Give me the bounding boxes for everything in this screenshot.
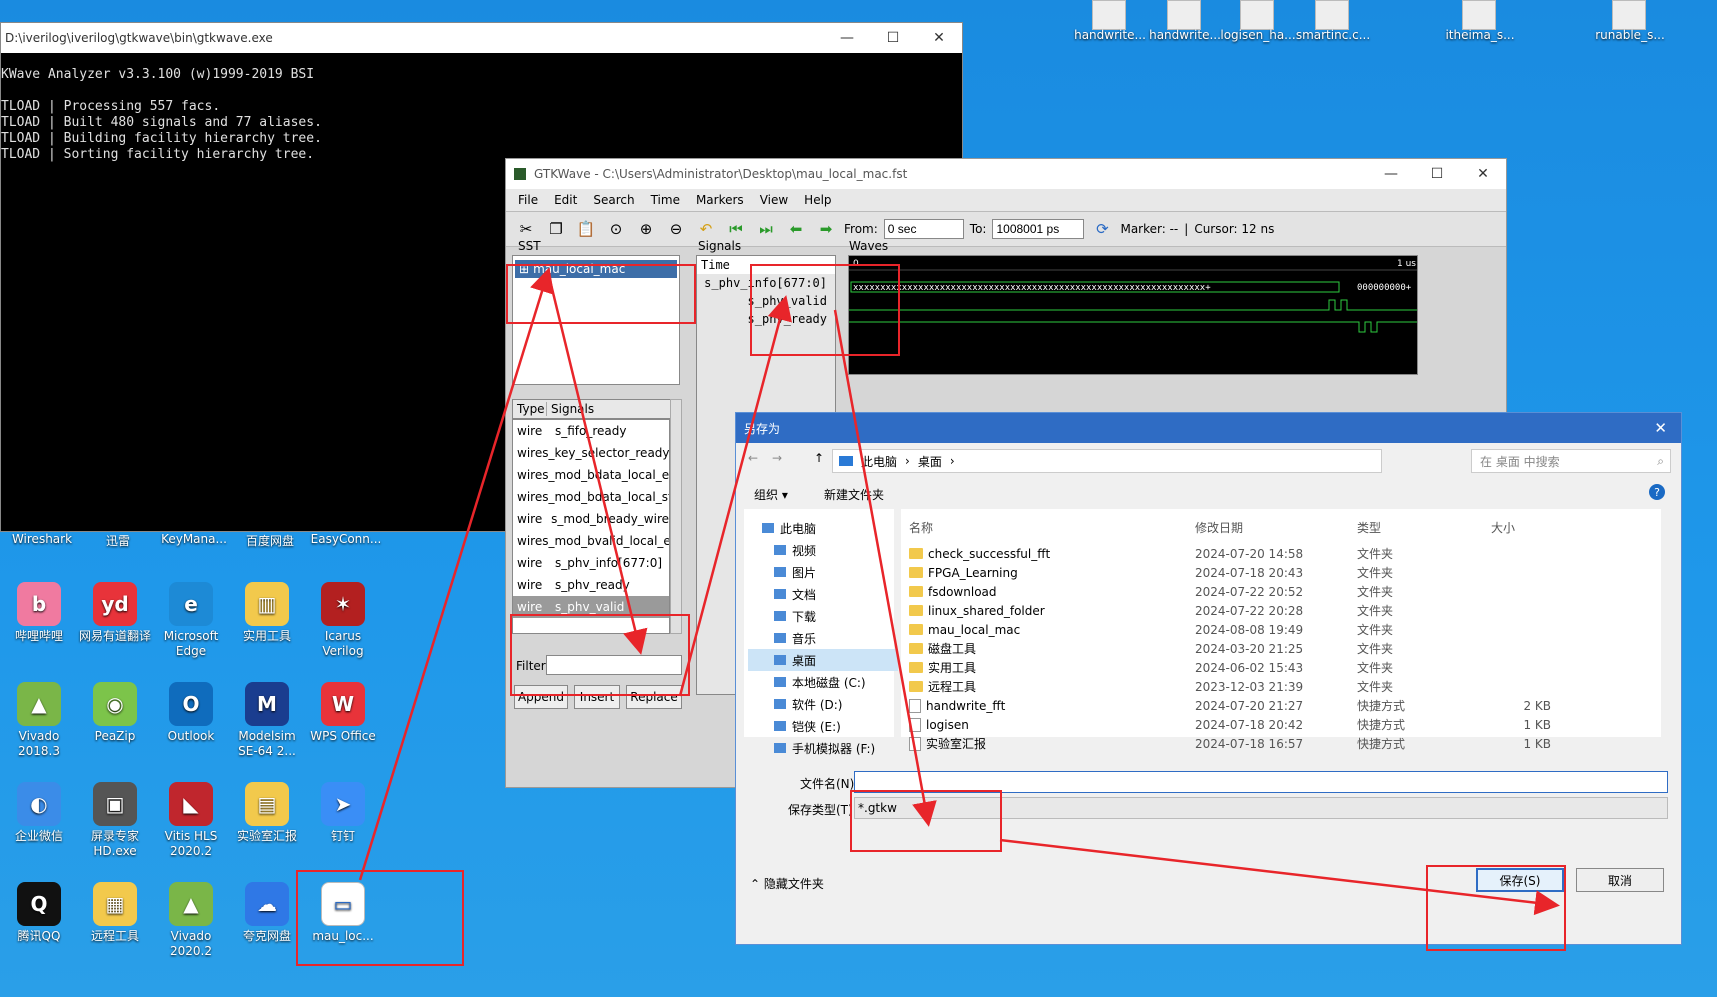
annotation-arrows bbox=[358, 267, 1560, 916]
